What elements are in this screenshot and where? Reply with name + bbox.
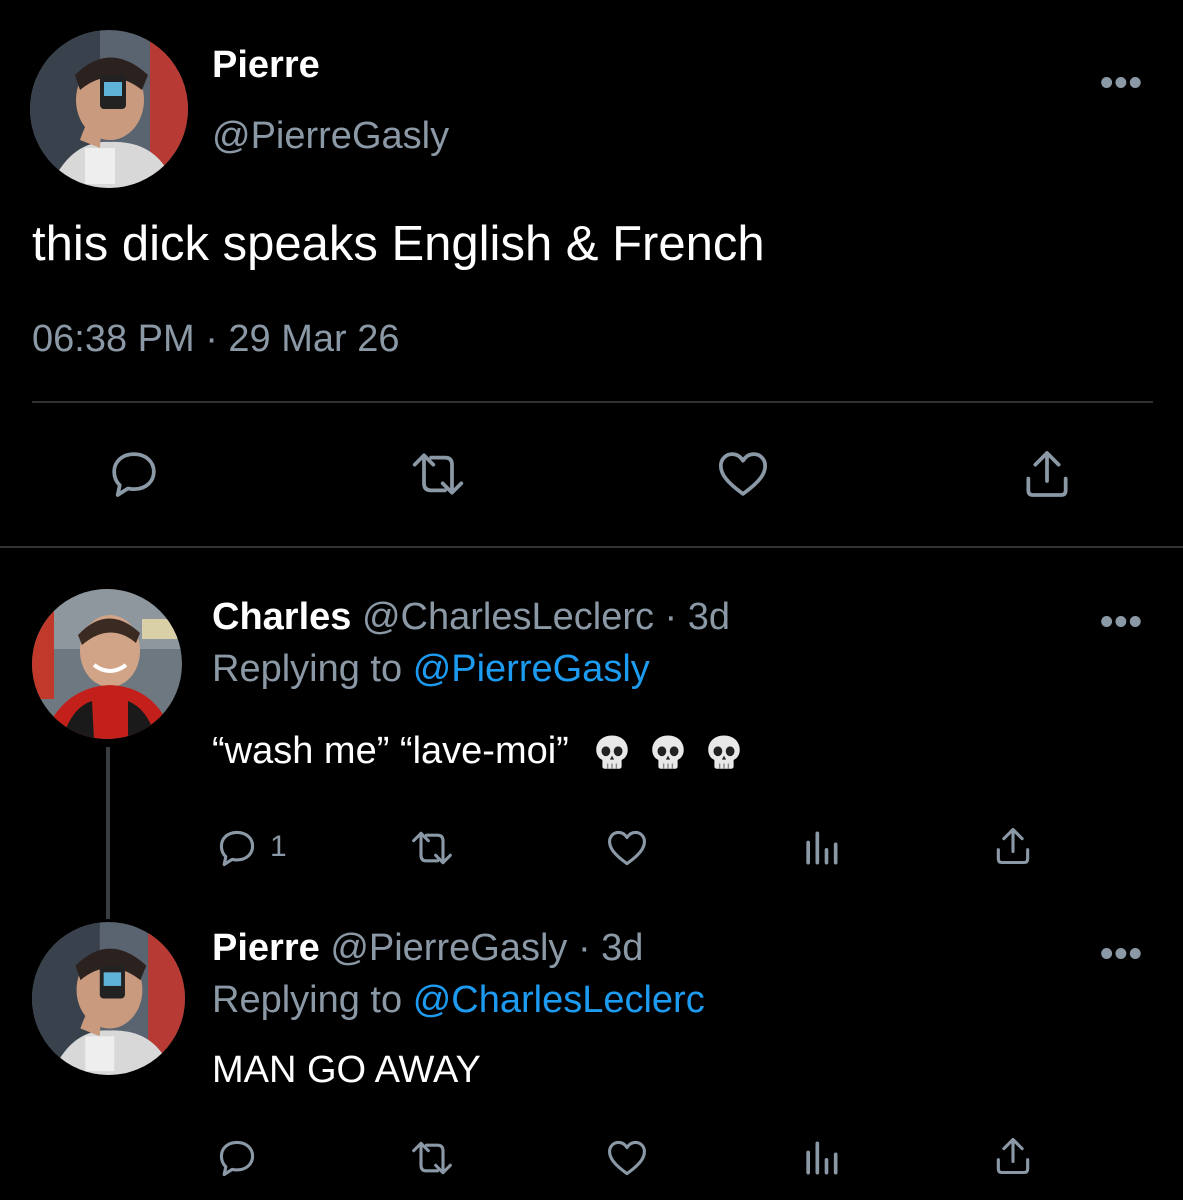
share-icon[interactable] [990,824,1036,868]
author-handle[interactable]: @PierreGasly [212,115,449,158]
more-options-icon[interactable]: ••• [1100,935,1143,973]
reply-avatar[interactable] [32,589,182,739]
like-icon[interactable] [602,826,652,870]
like-icon[interactable] [713,446,773,502]
author-avatar[interactable] [30,30,188,188]
more-options-icon[interactable]: ••• [1100,603,1143,641]
replying-to: Replying to @PierreGasly [212,648,650,691]
divider [32,401,1153,403]
replying-to-link[interactable]: @PierreGasly [413,648,650,690]
retweet-icon[interactable] [404,446,472,502]
analytics-icon[interactable] [798,826,844,870]
replying-to-prefix: Replying to [212,979,403,1021]
divider [0,546,1183,548]
reply-header[interactable]: Pierre @PierreGasly · 3d [212,927,643,970]
tweet-text: this dick speaks English & French [32,217,765,271]
analytics-icon[interactable] [798,1136,844,1180]
like-icon[interactable] [602,1136,652,1180]
replying-to: Replying to @CharlesLeclerc [212,979,705,1022]
replying-to-link[interactable]: @CharlesLeclerc [413,979,705,1021]
skull-emoji [652,735,684,769]
replying-to-prefix: Replying to [212,648,403,690]
reply-author-name[interactable]: Charles [212,596,351,638]
reply-count: 1 [270,830,287,863]
skull-emoji [708,735,740,769]
reply-author-name[interactable]: Pierre [212,927,320,969]
share-icon[interactable] [1018,446,1076,502]
reply-author-handle[interactable]: @CharlesLeclerc · 3d [362,596,730,638]
reply-icon[interactable] [213,1136,261,1180]
skull-emoji [596,735,628,769]
reply-text-row: “wash me” “lave-moi” [212,730,745,774]
reply-author-handle[interactable]: @PierreGasly · 3d [330,927,643,969]
retweet-icon[interactable] [404,1136,460,1180]
reply-header[interactable]: Charles @CharlesLeclerc · 3d [212,596,730,639]
reply-text: MAN GO AWAY [212,1049,481,1091]
author-name[interactable]: Pierre [212,44,320,87]
more-options-icon[interactable]: ••• [1100,64,1143,102]
reply-icon[interactable] [213,826,261,870]
retweet-icon[interactable] [404,826,460,870]
tweet-timestamp[interactable]: 06:38 PM · 29 Mar 26 [32,318,400,361]
reply-text: “wash me” “lave-moi” [212,730,569,772]
share-icon[interactable] [990,1134,1036,1178]
thread-line [106,747,110,919]
reply-icon[interactable] [104,446,164,502]
reply-avatar[interactable] [32,922,185,1075]
